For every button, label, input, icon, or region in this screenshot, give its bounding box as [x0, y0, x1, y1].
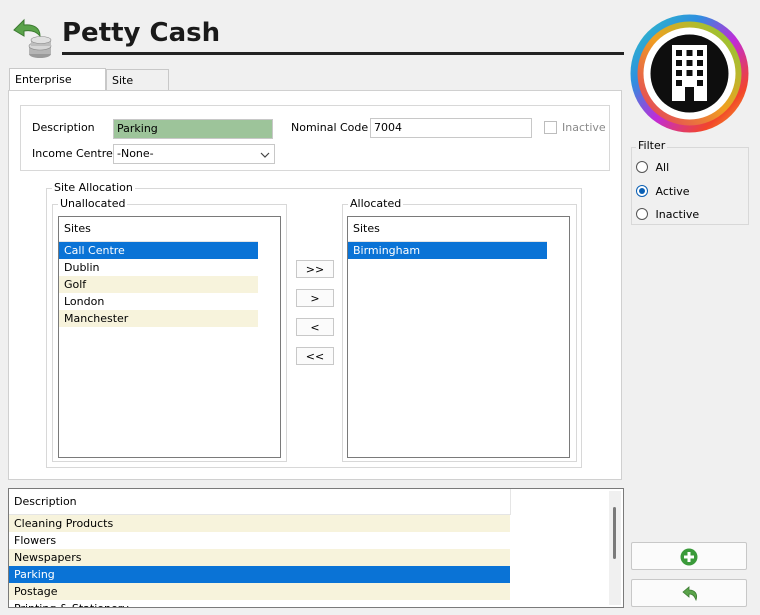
undo-button[interactable] [631, 579, 747, 607]
table-row[interactable]: Newspapers [9, 549, 510, 566]
building-logo-icon [629, 13, 750, 134]
inactive-label: Inactive [562, 121, 606, 134]
radio-button[interactable] [636, 185, 648, 197]
table-row[interactable]: Parking [9, 566, 510, 583]
table-row[interactable]: Cleaning Products [9, 515, 510, 532]
description-field[interactable]: Parking [113, 119, 273, 139]
filter-option-all[interactable]: All [636, 160, 669, 174]
list-item[interactable]: London [59, 293, 258, 310]
inactive-checkbox[interactable] [544, 121, 557, 134]
tab-enterprise-details[interactable]: Enterprise Details [9, 68, 106, 107]
list-header[interactable]: Sites [59, 217, 258, 242]
radio-button[interactable] [636, 161, 648, 173]
table-row[interactable]: Flowers [9, 532, 510, 549]
list-item[interactable]: Dublin [59, 259, 258, 276]
unallocate-all-button[interactable]: << [296, 347, 334, 365]
allocate-all-button[interactable]: >> [296, 260, 334, 278]
list-item[interactable]: Manchester [59, 310, 258, 327]
page-title: Petty Cash [62, 18, 221, 48]
undo-arrow-icon [681, 586, 699, 605]
filter-option-active[interactable]: Active [636, 184, 690, 198]
chevron-down-icon [260, 148, 270, 166]
allocate-button[interactable]: > [296, 289, 334, 307]
table-row[interactable]: Postage [9, 583, 510, 600]
income-centre-select[interactable]: -None- [113, 144, 275, 164]
add-button[interactable] [631, 542, 747, 570]
filter-option-label: All [655, 160, 670, 174]
radio-button[interactable] [636, 208, 648, 220]
list-header[interactable]: Sites [348, 217, 547, 242]
filter-title: Filter [636, 139, 668, 152]
filter-option-inactive[interactable]: Inactive [636, 207, 699, 221]
title-divider [62, 52, 624, 55]
unallocated-list[interactable]: Sites Call Centre Dublin Golf London Man… [58, 216, 281, 458]
nominal-code-field[interactable]: 7004 [370, 118, 532, 138]
unallocated-title: Unallocated [58, 197, 128, 210]
tab-site-details[interactable]: Site Details [106, 69, 169, 108]
site-allocation-title: Site Allocation [52, 181, 135, 194]
nominal-code-label: Nominal Code [291, 121, 369, 134]
scrollbar-thumb[interactable] [613, 507, 616, 559]
unallocate-button[interactable]: < [296, 318, 334, 336]
income-centre-label: Income Centre [32, 147, 113, 160]
vertical-scrollbar[interactable] [609, 491, 621, 605]
add-plus-icon [680, 548, 698, 569]
description-label: Description [32, 121, 95, 134]
income-centre-value: -None- [117, 147, 154, 160]
petty-cash-grid[interactable]: Description Cleaning Products Flowers Ne… [8, 488, 624, 608]
allocated-list[interactable]: Sites Birmingham [347, 216, 570, 458]
filter-option-label: Inactive [655, 207, 700, 221]
grid-header-description[interactable]: Description [9, 489, 511, 515]
list-item[interactable]: Birmingham [348, 242, 547, 259]
table-row[interactable]: Printing & Stationery [9, 600, 510, 607]
filter-option-label: Active [655, 184, 690, 198]
list-item[interactable]: Call Centre [59, 242, 258, 259]
back-coins-icon[interactable] [10, 14, 56, 60]
list-item[interactable]: Golf [59, 276, 258, 293]
allocated-title: Allocated [348, 197, 404, 210]
